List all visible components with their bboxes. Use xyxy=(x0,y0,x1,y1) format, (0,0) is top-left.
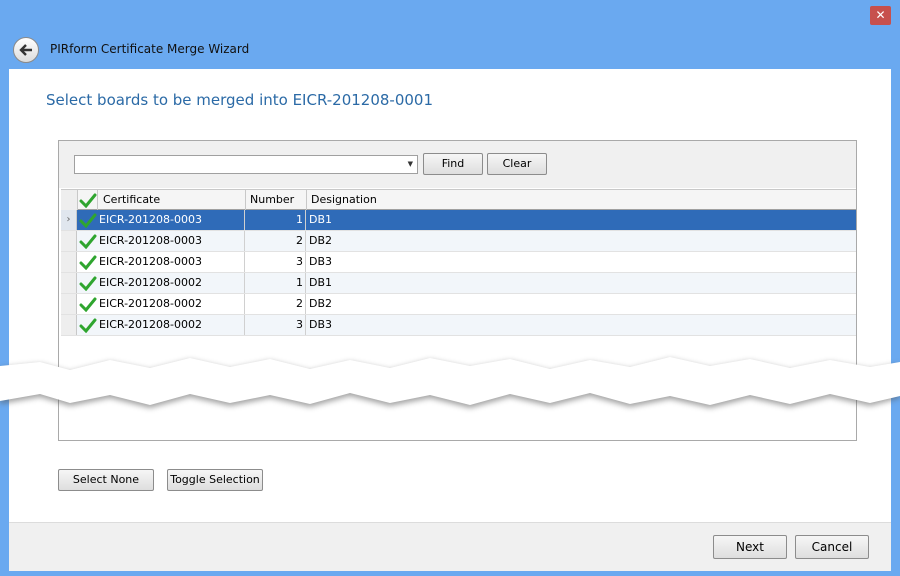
search-combobox[interactable]: ▼ xyxy=(74,155,418,174)
torn-edge-overlay xyxy=(0,357,900,408)
close-button[interactable]: ✕ xyxy=(870,6,891,25)
row-indicator xyxy=(61,231,77,251)
row-indicator xyxy=(61,294,77,314)
row-indicator xyxy=(61,315,77,335)
page-heading: Select boards to be merged into EICR-201… xyxy=(46,91,434,109)
column-header-number[interactable]: Number xyxy=(246,190,307,210)
table-row[interactable]: EICR-201208-0002 2 DB2 xyxy=(61,294,856,315)
column-header-designation[interactable]: Designation xyxy=(307,190,856,210)
cell-designation: DB2 xyxy=(309,297,333,310)
cell-designation: DB2 xyxy=(309,234,333,247)
select-none-button[interactable]: Select None xyxy=(58,469,154,491)
checkmark-icon[interactable] xyxy=(79,296,97,312)
cell-number: 2 xyxy=(246,294,306,314)
cell-number: 1 xyxy=(246,210,306,230)
cell-certificate: EICR-201208-0002 xyxy=(99,294,245,314)
row-indicator-icon: › xyxy=(61,210,77,230)
close-icon: ✕ xyxy=(875,8,886,22)
header-indicator xyxy=(61,190,78,210)
checkmark-icon[interactable] xyxy=(79,317,97,333)
clear-button[interactable]: Clear xyxy=(487,153,547,175)
wizard-footer: Next Cancel xyxy=(9,522,891,571)
wizard-title: PIRform Certificate Merge Wizard xyxy=(50,42,250,56)
checkmark-icon[interactable] xyxy=(79,212,97,228)
table-row[interactable]: › EICR-201208-0003 1 DB1 xyxy=(61,210,856,231)
toggle-selection-button[interactable]: Toggle Selection xyxy=(167,469,263,491)
cell-number: 3 xyxy=(246,252,306,272)
cell-number: 2 xyxy=(246,231,306,251)
table-row[interactable]: EICR-201208-0002 3 DB3 xyxy=(61,315,856,336)
find-button[interactable]: Find xyxy=(423,153,483,175)
window-frame-right xyxy=(891,69,900,576)
table-row[interactable]: EICR-201208-0002 1 DB1 xyxy=(61,273,856,294)
cell-number: 3 xyxy=(246,315,306,335)
table-row[interactable]: EICR-201208-0003 3 DB3 xyxy=(61,252,856,273)
search-toolbar: ▼ Find Clear xyxy=(59,141,856,188)
cell-certificate: EICR-201208-0003 xyxy=(99,210,245,230)
column-header-certificate[interactable]: Certificate xyxy=(99,190,246,210)
cell-number: 1 xyxy=(246,273,306,293)
cancel-button[interactable]: Cancel xyxy=(795,535,869,559)
checkmark-icon[interactable] xyxy=(79,275,97,291)
header-select-all[interactable] xyxy=(78,190,98,210)
checkmark-icon[interactable] xyxy=(79,233,97,249)
cell-certificate: EICR-201208-0003 xyxy=(99,231,245,251)
next-button[interactable]: Next xyxy=(713,535,787,559)
dropdown-arrow-icon[interactable]: ▼ xyxy=(408,160,413,168)
checkmark-icon xyxy=(79,193,97,208)
cell-designation: DB1 xyxy=(309,276,333,289)
checkmark-icon[interactable] xyxy=(79,254,97,270)
row-indicator xyxy=(61,273,77,293)
table-row[interactable]: EICR-201208-0003 2 DB2 xyxy=(61,231,856,252)
title-bar xyxy=(0,0,900,69)
cell-designation: DB3 xyxy=(309,255,333,268)
back-button[interactable] xyxy=(13,37,39,63)
cell-designation: DB1 xyxy=(309,213,333,226)
grid-header: Certificate Number Designation xyxy=(61,189,856,210)
wizard-window: ✕ PIRform Certificate Merge Wizard Selec… xyxy=(0,0,900,576)
cell-certificate: EICR-201208-0002 xyxy=(99,273,245,293)
cell-designation: DB3 xyxy=(309,318,333,331)
window-frame-bottom xyxy=(0,571,900,576)
cell-certificate: EICR-201208-0002 xyxy=(99,315,245,335)
cell-certificate: EICR-201208-0003 xyxy=(99,252,245,272)
content-area: Select boards to be merged into EICR-201… xyxy=(9,69,891,522)
window-frame-left xyxy=(0,69,9,576)
back-arrow-icon xyxy=(19,44,32,56)
row-indicator xyxy=(61,252,77,272)
